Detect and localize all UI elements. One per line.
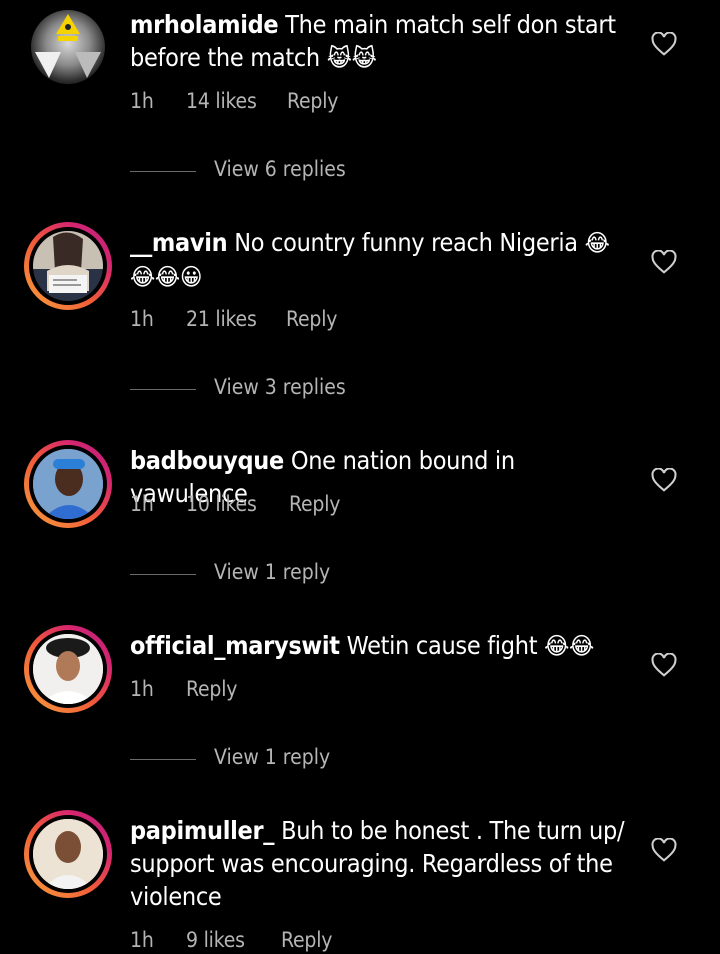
comment-body: Wetin cause fight	[346, 631, 538, 660]
username[interactable]: papimuller_	[130, 816, 275, 845]
reply-button[interactable]: Reply	[289, 492, 340, 516]
view-replies-label[interactable]: View 3 replies	[214, 375, 346, 399]
avatar[interactable]	[24, 440, 112, 528]
view-replies-label[interactable]: View 6 replies	[214, 157, 346, 181]
username[interactable]: mrholamide	[130, 10, 279, 39]
emoji: 😹😹	[326, 44, 377, 72]
emoji: 😂😂	[544, 632, 594, 660]
timestamp: 1h	[130, 89, 154, 113]
view-replies-label[interactable]: View 1 reply	[214, 745, 330, 769]
likes-count[interactable]: 9 likes	[186, 928, 245, 952]
divider-line	[130, 171, 196, 172]
avatar[interactable]	[24, 810, 112, 898]
username[interactable]: __mavin	[130, 228, 228, 257]
reply-button[interactable]: Reply	[287, 89, 338, 113]
avatar[interactable]	[24, 625, 112, 713]
comment-text: mrholamide The main match self don start…	[130, 8, 630, 75]
comment-text: __mavin No country funny reach Nigeria 😂…	[130, 226, 630, 294]
divider-line	[130, 574, 196, 575]
likes-count[interactable]: 14 likes	[186, 89, 257, 113]
divider-line	[130, 759, 196, 760]
timestamp: 1h	[130, 677, 154, 701]
likes-count[interactable]: 10 likes	[186, 492, 257, 516]
heart-icon[interactable]	[651, 838, 677, 862]
avatar[interactable]	[24, 222, 112, 310]
reply-button[interactable]: Reply	[286, 307, 337, 331]
heart-icon[interactable]	[651, 468, 677, 492]
comment-text: papimuller_ Buh to be honest . The turn …	[130, 814, 630, 913]
timestamp: 1h	[130, 307, 154, 331]
comment-body: No country funny reach Nigeria	[234, 228, 578, 257]
avatar[interactable]	[31, 10, 105, 84]
view-replies-label[interactable]: View 1 reply	[214, 560, 330, 584]
likes-count[interactable]: 21 likes	[186, 307, 257, 331]
timestamp: 1h	[130, 928, 154, 952]
divider-line	[130, 389, 196, 390]
username[interactable]: official_maryswit	[130, 631, 340, 660]
timestamp: 1h	[130, 492, 154, 516]
reply-button[interactable]: Reply	[281, 928, 332, 952]
heart-icon[interactable]	[651, 653, 677, 677]
comment-text: official_maryswit Wetin cause fight 😂😂	[130, 629, 630, 663]
heart-icon[interactable]	[651, 250, 677, 274]
heart-icon[interactable]	[651, 32, 677, 56]
reply-button[interactable]: Reply	[186, 677, 237, 701]
username[interactable]: badbouyque	[130, 446, 284, 475]
